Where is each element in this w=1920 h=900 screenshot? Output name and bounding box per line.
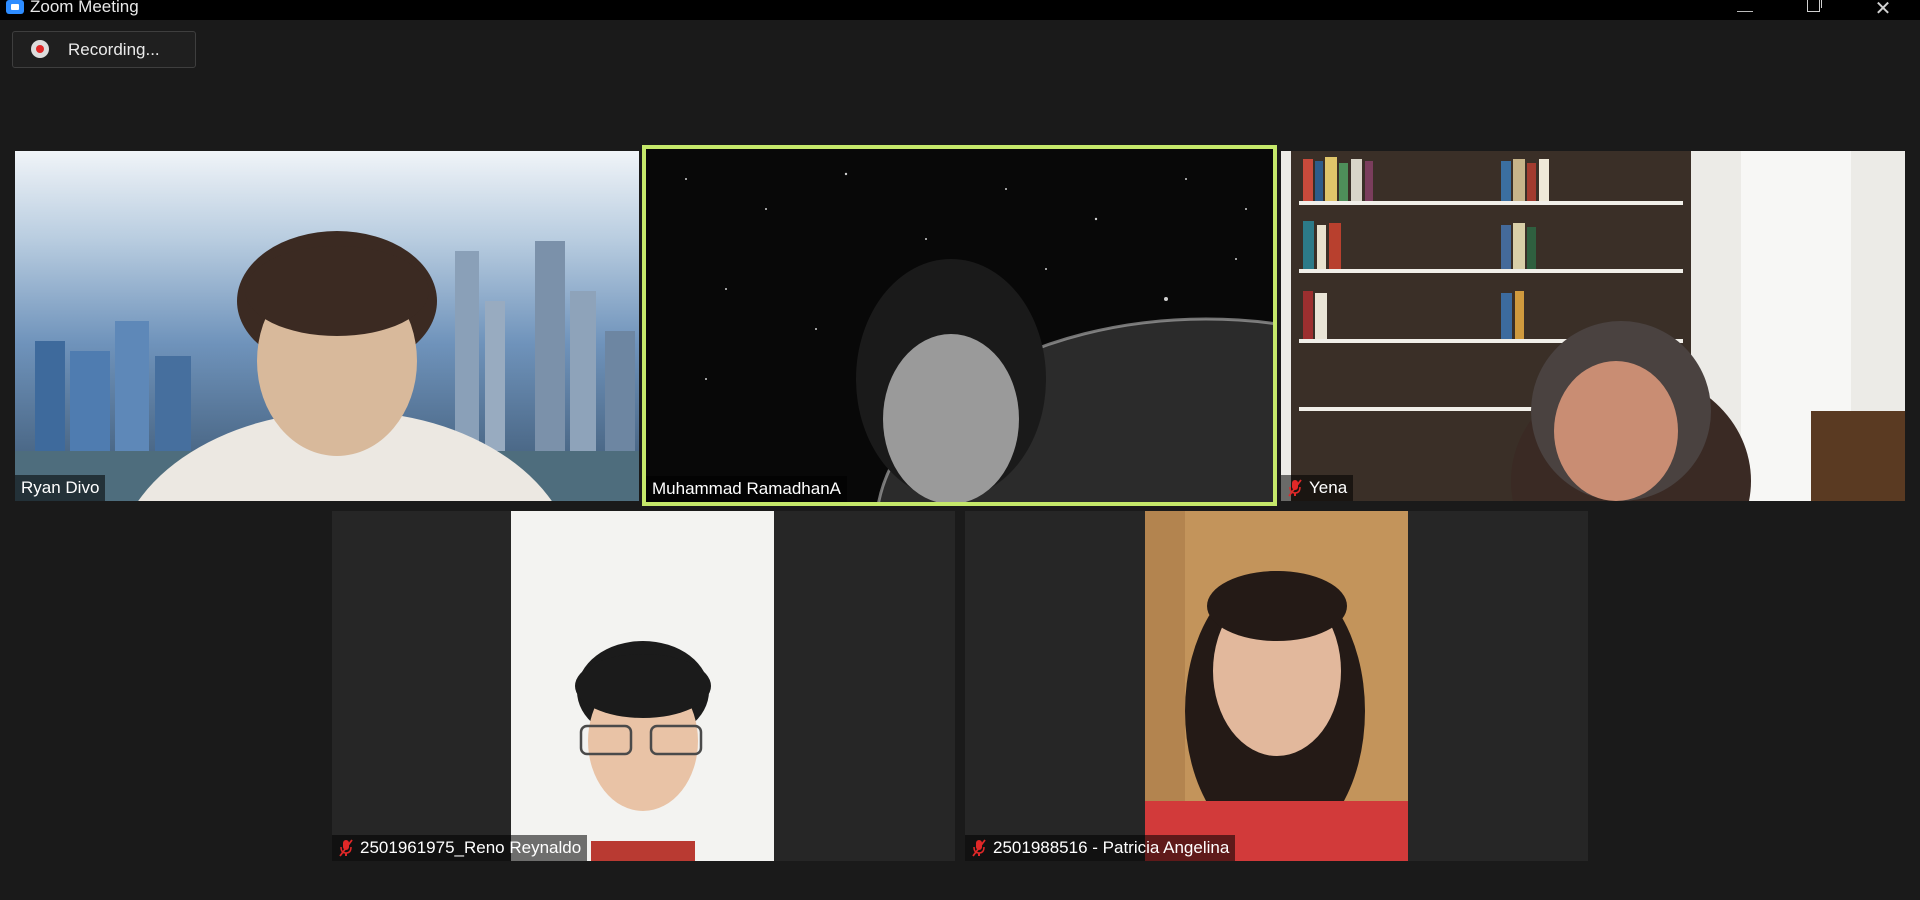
participant-video [646, 149, 1273, 502]
muted-mic-icon [339, 839, 353, 857]
restore-icon [1806, 0, 1822, 12]
participant-name-tag: Ryan Divo [15, 475, 106, 501]
muted-mic-icon [1288, 479, 1302, 497]
close-button[interactable]: ✕ [1863, 0, 1903, 20]
participant-name-tag: Yena [1281, 475, 1354, 501]
minimize-button[interactable] [1725, 0, 1765, 18]
virtual-background-space [646, 149, 1273, 502]
participant-tile-yena[interactable]: Yena [1281, 151, 1905, 501]
participant-video [511, 511, 774, 861]
camera-feed [1145, 511, 1408, 861]
muted-mic-icon [972, 839, 986, 857]
participant-name-tag: Muhammad RamadhanA [646, 476, 847, 502]
participant-tile-reno-reynaldo[interactable]: 2501961975_Reno Reynaldo [332, 511, 955, 861]
participant-video [1281, 151, 1905, 501]
participant-tile-muhammad-ramadhana[interactable]: Muhammad RamadhanA [642, 145, 1277, 506]
participant-name-tag: 2501961975_Reno Reynaldo [332, 835, 588, 861]
participant-name: 2501961975_Reno Reynaldo [360, 838, 582, 857]
virtual-background-skyline [15, 151, 639, 501]
window-title: Zoom Meeting [30, 0, 139, 16]
maximize-button[interactable] [1793, 0, 1833, 18]
participant-name-tag: 2501988516 - Patricia Angelina [965, 835, 1236, 861]
participant-name: Yena [1309, 478, 1348, 497]
minimize-icon [1737, 11, 1753, 12]
recording-label: Recording... [68, 40, 160, 59]
title-bar: Zoom Meeting ✕ [0, 0, 1920, 20]
recording-indicator[interactable]: Recording... [12, 31, 196, 68]
participant-name: Muhammad RamadhanA [652, 479, 841, 498]
camera-feed [511, 511, 774, 861]
zoom-app-icon [6, 0, 24, 14]
virtual-background-bookshelf [1281, 151, 1905, 501]
participant-name: 2501988516 - Patricia Angelina [993, 838, 1230, 857]
participant-tile-ryan-divo[interactable]: Ryan Divo [15, 151, 639, 501]
participant-tile-patricia-angelina[interactable]: 2501988516 - Patricia Angelina [965, 511, 1588, 861]
participant-name: Ryan Divo [21, 478, 100, 497]
participant-video [15, 151, 639, 501]
record-icon [31, 40, 49, 58]
participant-video [1145, 511, 1408, 861]
close-icon: ✕ [1874, 0, 1892, 20]
